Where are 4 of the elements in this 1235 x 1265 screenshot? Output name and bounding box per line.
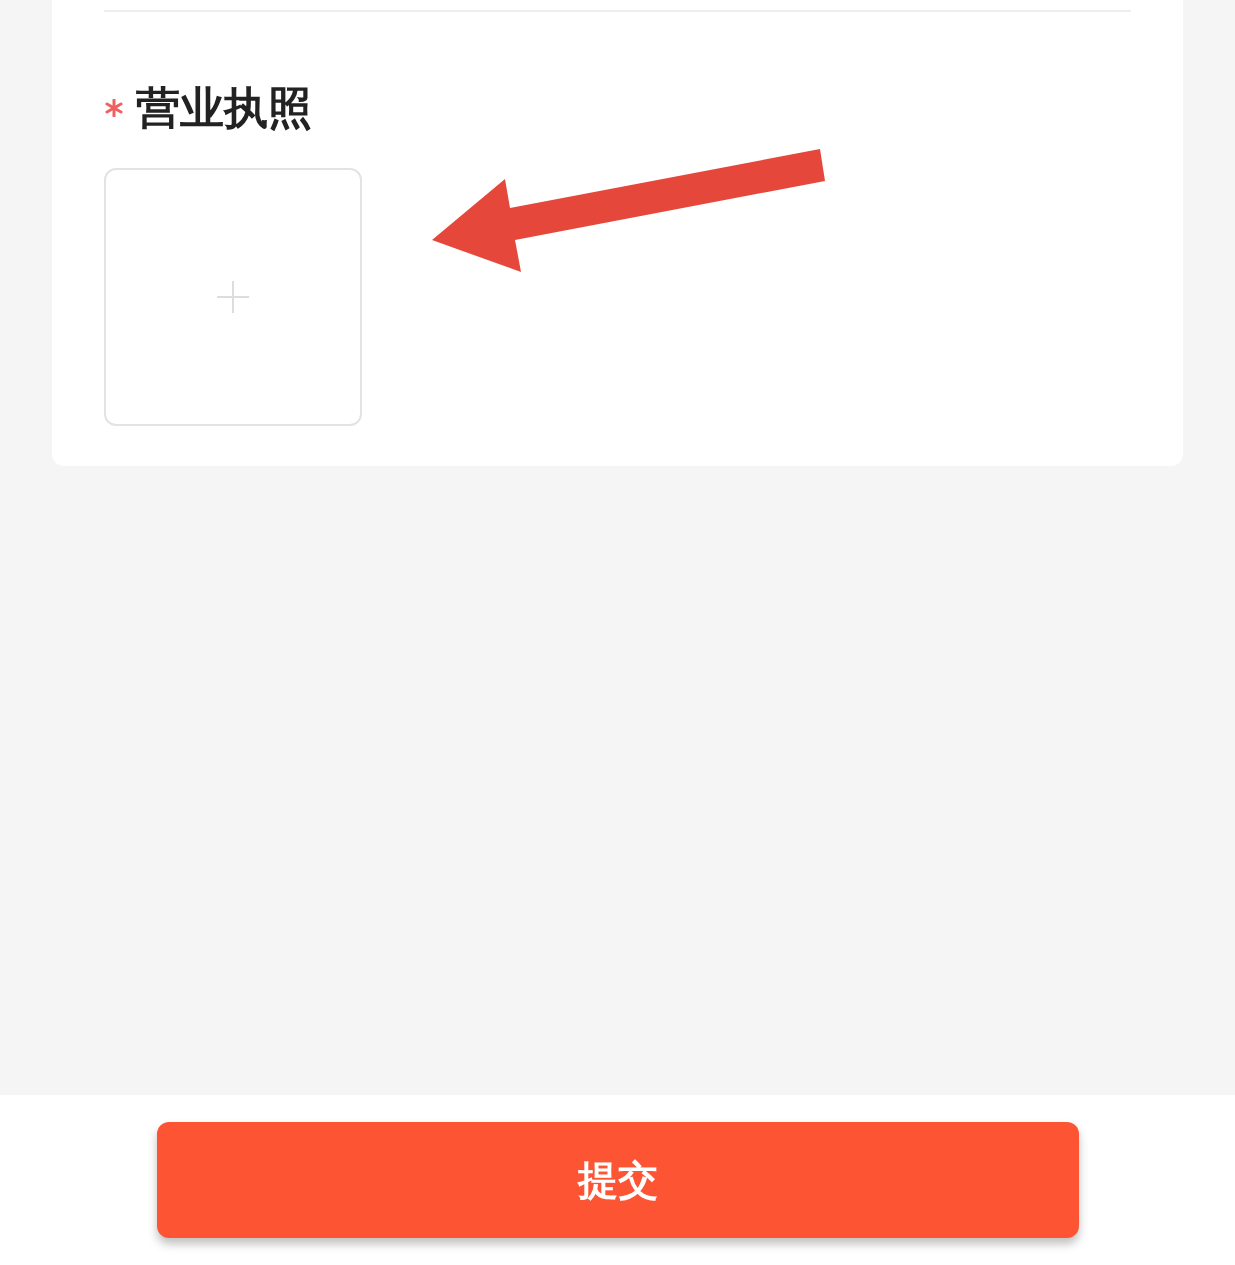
upload-box[interactable] bbox=[104, 168, 362, 426]
field-label: 营业执照 bbox=[136, 86, 312, 130]
submit-button[interactable]: 提交 bbox=[156, 1122, 1079, 1238]
plus-icon bbox=[217, 281, 249, 313]
